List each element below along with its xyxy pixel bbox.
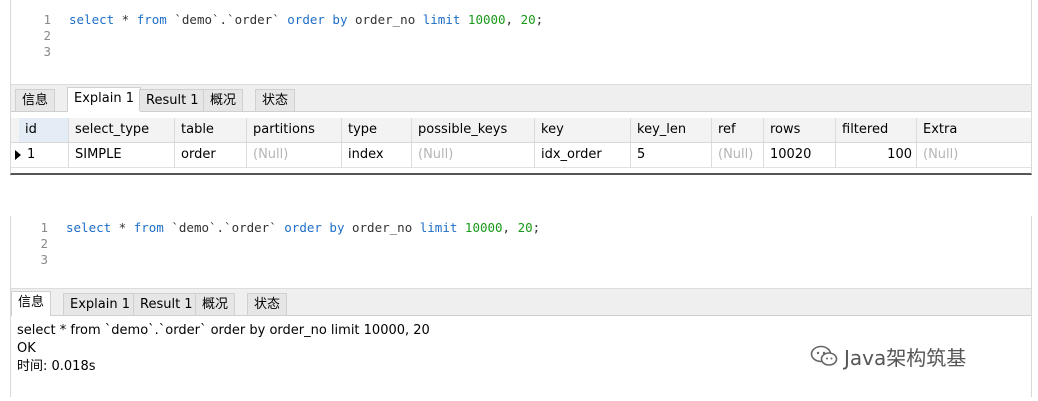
column-header-id[interactable]: id <box>19 118 69 142</box>
result-tab-bar: 信息 Explain 1 Result 1 概况 状态 <box>11 288 1031 316</box>
tab-result-1[interactable]: Result 1 <box>139 89 206 111</box>
column-header-select-type[interactable]: select_type <box>69 118 175 142</box>
column-header-partitions[interactable]: partitions <box>247 118 342 142</box>
keyword-select: select <box>66 220 112 235</box>
tab-info[interactable]: 信息 <box>11 291 52 316</box>
keyword-from: from <box>133 220 164 235</box>
column-header-key[interactable]: key <box>535 118 631 142</box>
tab-info[interactable]: 信息 <box>15 89 56 111</box>
sql-editor[interactable]: 1 2 3 select * from `demo`.`order` order… <box>11 0 1031 80</box>
cell-type[interactable]: index <box>342 143 412 167</box>
column-header-type[interactable]: type <box>342 118 412 142</box>
cell-rows[interactable]: 10020 <box>764 143 836 167</box>
query-star: * <box>111 220 134 235</box>
table-row[interactable]: 1 SIMPLE order (Null) index (Null) idx_o… <box>11 143 1031 168</box>
cell-partitions[interactable]: (Null) <box>247 143 342 167</box>
tab-result-1[interactable]: Result 1 <box>133 293 200 315</box>
tab-status[interactable]: 状态 <box>255 89 296 111</box>
tab-explain-1[interactable]: Explain 1 <box>67 87 141 112</box>
column-header-rows[interactable]: rows <box>764 118 836 142</box>
query-star: * <box>114 12 137 27</box>
query-semicolon: ; <box>535 12 544 27</box>
explain-panel: 1 2 3 select * from `demo`.`order` order… <box>10 0 1032 175</box>
cell-extra[interactable]: (Null) <box>917 143 1029 167</box>
line-number: 1 <box>43 12 51 27</box>
info-time-text: 时间: 0.018s <box>17 359 96 374</box>
query-table: `demo`.`order` <box>163 220 285 235</box>
sql-query-line[interactable]: select * from `demo`.`order` order by or… <box>66 220 540 236</box>
column-header-extra[interactable]: Extra <box>917 118 1029 142</box>
grid-header-row: id select_type table partitions type pos… <box>11 118 1031 143</box>
sql-query-line[interactable]: select * from `demo`.`order` order by or… <box>69 12 543 28</box>
line-number: 3 <box>40 252 48 267</box>
keyword-select: select <box>69 12 115 27</box>
query-offset: 10000 <box>460 12 506 27</box>
query-semicolon: ; <box>532 220 541 235</box>
query-column: order_no <box>344 220 420 235</box>
cell-key[interactable]: idx_order <box>535 143 631 167</box>
wechat-icon <box>810 345 838 367</box>
line-number-gutter: 1 2 3 <box>11 12 51 60</box>
watermark: Java架构筑基 <box>810 342 966 370</box>
keyword-order-by: order by <box>284 220 345 235</box>
keyword-order-by: order by <box>287 12 348 27</box>
column-header-table[interactable]: table <box>175 118 247 142</box>
line-number: 1 <box>40 220 48 235</box>
info-status-text: OK <box>17 341 36 356</box>
cell-table[interactable]: order <box>175 143 247 167</box>
cell-key-len[interactable]: 5 <box>631 143 712 167</box>
query-count: 20 <box>520 12 536 27</box>
sql-editor[interactable]: 1 2 3 select * from `demo`.`order` order… <box>11 216 1031 286</box>
cell-select-type[interactable]: SIMPLE <box>69 143 175 167</box>
cell-filtered[interactable]: 100 <box>836 143 917 167</box>
column-header-ref[interactable]: ref <box>712 118 764 142</box>
column-header-possible-keys[interactable]: possible_keys <box>412 118 535 142</box>
column-header-filtered[interactable]: filtered <box>836 118 917 142</box>
keyword-limit: limit <box>422 12 461 27</box>
keyword-from: from <box>136 12 167 27</box>
result-tab-bar: 信息 Explain 1 Result 1 概况 状态 <box>11 84 1031 112</box>
line-number: 3 <box>43 44 51 59</box>
query-count: 20 <box>517 220 533 235</box>
watermark-text: Java架构筑基 <box>844 345 967 370</box>
cell-id[interactable]: 1 <box>19 143 69 167</box>
tab-explain-1[interactable]: Explain 1 <box>63 293 137 315</box>
tab-overview[interactable]: 概况 <box>203 89 244 111</box>
column-header-key-len[interactable]: key_len <box>631 118 712 142</box>
keyword-limit: limit <box>419 220 458 235</box>
query-offset: 10000 <box>457 220 503 235</box>
tab-overview[interactable]: 概况 <box>195 293 236 315</box>
tab-status[interactable]: 状态 <box>247 293 288 315</box>
cell-possible-keys[interactable]: (Null) <box>412 143 535 167</box>
query-comma: , <box>505 12 521 27</box>
query-table: `demo`.`order` <box>166 12 288 27</box>
cell-ref[interactable]: (Null) <box>712 143 764 167</box>
line-number: 2 <box>43 28 51 43</box>
query-comma: , <box>502 220 518 235</box>
line-number-gutter: 1 2 3 <box>8 220 48 268</box>
line-number: 2 <box>40 236 48 251</box>
info-sql-text: select * from `demo`.`order` order by or… <box>17 323 430 338</box>
query-column: order_no <box>347 12 423 27</box>
